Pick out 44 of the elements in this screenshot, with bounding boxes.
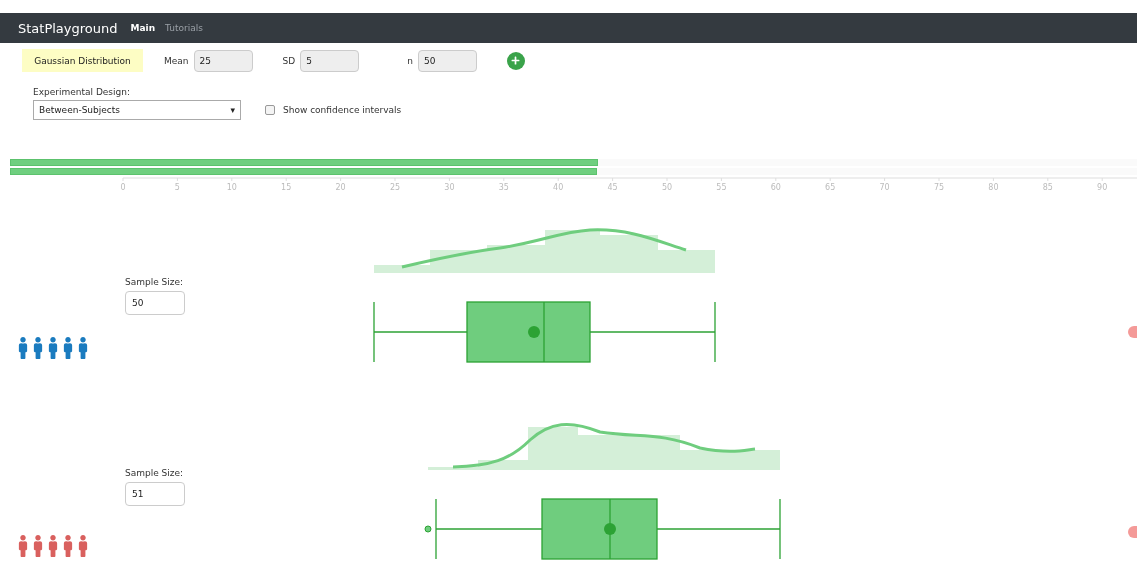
axis-tick-label: 35 — [498, 183, 509, 192]
axis-tick-label: 90 — [1097, 183, 1108, 192]
axis-tick-label: 40 — [553, 183, 564, 192]
parameter-input[interactable]: 25 — [193, 49, 253, 72]
axis-tick-label: 75 — [933, 183, 945, 192]
axis-tick-label: 80 — [988, 183, 999, 192]
axis-tick-label: 10 — [226, 183, 237, 192]
axis-tick-label: 0 — [120, 183, 126, 192]
axis-tick-label: 60 — [770, 183, 781, 192]
axis-tick-label: 30 — [444, 183, 455, 192]
axis-tick-label: 85 — [1042, 183, 1053, 192]
axis-tick-label: 50 — [661, 183, 673, 192]
design-label: Experimental Design: — [33, 87, 131, 97]
axis-tick-label: 65 — [825, 183, 836, 192]
add-button[interactable] — [506, 51, 525, 70]
axis-tick-label: 55 — [716, 183, 727, 192]
axis-tick-label: 15 — [281, 183, 292, 192]
parameter-input[interactable]: 50 — [417, 49, 477, 72]
field-label: n — [407, 55, 413, 66]
plus-icon — [511, 56, 521, 65]
remove-button[interactable] — [1128, 525, 1137, 538]
checkbox[interactable] — [265, 105, 275, 115]
checkbox-label[interactable]: Show confidence intervals — [283, 105, 402, 115]
sample-size-input[interactable]: 50 — [125, 291, 185, 315]
field-label: SD — [282, 55, 296, 66]
brand-title[interactable]: StatPlayground — [18, 20, 118, 36]
nav-tab[interactable]: Tutorials — [165, 23, 203, 33]
distribution-label[interactable]: Gaussian Distribution — [22, 49, 143, 72]
axis-tick-label: 45 — [607, 183, 618, 192]
axis-tick-label: 5 — [174, 183, 180, 192]
sample-size-input[interactable]: 51 — [125, 482, 185, 506]
sample-size-label: Sample Size: — [125, 468, 185, 478]
mean-dot — [528, 326, 540, 338]
outlier-dot — [424, 525, 432, 533]
mean-dot — [604, 523, 616, 535]
axis-tick-label: 25 — [389, 183, 401, 192]
axis-tick-label: 70 — [879, 183, 890, 192]
axis-tick-label: 20 — [335, 183, 346, 192]
nav-tab[interactable]: Main — [130, 23, 156, 33]
field-label: Mean — [164, 55, 189, 66]
design-select[interactable]: Between-Subjects ▾ — [33, 100, 241, 120]
parameter-input[interactable]: 5 — [300, 49, 360, 72]
remove-button[interactable] — [1128, 326, 1137, 338]
sample-size-label: Sample Size: — [125, 277, 185, 287]
